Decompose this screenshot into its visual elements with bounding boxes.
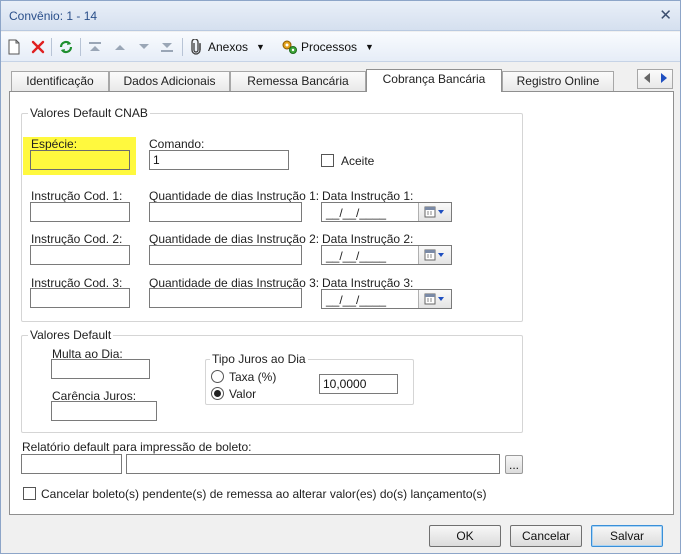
chevron-down-icon: ▼ <box>256 42 265 52</box>
valor-radio[interactable] <box>211 387 224 400</box>
aceite-label: Aceite <box>341 154 375 168</box>
data-instrucao-3-label: Data Instrução 3: <box>322 276 414 290</box>
data-instrucao-1-label: Data Instrução 1: <box>322 189 414 203</box>
data-instrucao-3-picker[interactable]: __/__/____ <box>321 289 452 309</box>
tab-scroller <box>637 69 673 89</box>
calendar-dropdown-button[interactable] <box>418 290 451 308</box>
instrucao-1-label: Instrução Cod. 1: <box>31 189 123 203</box>
toolbar-separator <box>80 38 81 56</box>
group-title: Valores Default CNAB <box>28 106 150 120</box>
cobranca-bancaria-panel: Valores Default CNAB Espécie: Comando: A… <box>9 91 674 515</box>
multa-input[interactable] <box>51 359 150 379</box>
qtd-dias-2-input[interactable] <box>149 245 302 265</box>
toolbar: Anexos ▼ Processos ▼ <box>1 32 680 62</box>
instrucao-2-label: Instrução Cod. 2: <box>31 232 123 246</box>
calendar-icon <box>424 293 444 305</box>
comando-label: Comando: <box>149 137 205 151</box>
taxa-label: Taxa (%) <box>229 370 277 384</box>
taxa-radio[interactable] <box>211 370 224 383</box>
relatorio-label: Relatório default para impressão de bole… <box>22 440 252 454</box>
instrucao-3-input[interactable] <box>30 288 130 308</box>
dialog-window: Convênio: 1 - 14 ✕ Anexos ▼ Processos ▼ … <box>0 0 681 554</box>
tab-registro-online[interactable]: Registro Online <box>502 71 614 91</box>
group-title: Valores Default <box>28 328 114 342</box>
refresh-icon[interactable] <box>58 38 74 56</box>
comando-input[interactable] <box>149 150 289 170</box>
tab-dados-adicionais[interactable]: Dados Adicionais <box>109 71 230 91</box>
tab-identificacao[interactable]: Identificação <box>11 71 109 91</box>
browse-report-button[interactable]: ... <box>505 455 523 474</box>
previous-record-icon[interactable] <box>113 38 127 56</box>
tab-cobranca-bancaria[interactable]: Cobrança Bancária <box>366 69 502 92</box>
calendar-dropdown-button[interactable] <box>418 203 451 221</box>
chevron-down-icon: ▼ <box>365 42 374 52</box>
instrucao-1-input[interactable] <box>30 202 130 222</box>
data-instrucao-2-label: Data Instrução 2: <box>322 232 414 246</box>
qtd-dias-1-input[interactable] <box>149 202 302 222</box>
valor-label: Valor <box>229 387 257 401</box>
data-instrucao-1-picker[interactable]: __/__/____ <box>321 202 452 222</box>
date-mask: __/__/____ <box>326 249 387 263</box>
aceite-checkbox[interactable] <box>321 154 334 167</box>
chevron-right-icon[interactable] <box>660 72 668 86</box>
new-document-icon[interactable] <box>7 38 21 56</box>
attachments-menu[interactable]: Anexos ▼ <box>189 38 265 56</box>
window-title: Convênio: 1 - 14 <box>9 9 98 23</box>
juros-valor-input[interactable] <box>319 374 398 394</box>
qtd-dias-2-label: Quantidade de dias Instrução 2: <box>149 232 320 246</box>
calendar-icon <box>424 206 444 218</box>
calendar-dropdown-button[interactable] <box>418 246 451 264</box>
save-button[interactable]: Salvar <box>591 525 663 547</box>
data-instrucao-2-picker[interactable]: __/__/____ <box>321 245 452 265</box>
processes-label: Processos <box>301 40 358 54</box>
especie-label: Espécie: <box>31 137 78 151</box>
cancelar-boletos-label: Cancelar boleto(s) pendente(s) de remess… <box>41 487 487 501</box>
toolbar-separator <box>51 38 52 56</box>
chevron-left-icon[interactable] <box>643 72 651 86</box>
processes-menu[interactable]: Processos ▼ <box>281 38 374 56</box>
group-title: Tipo Juros ao Dia <box>210 352 308 366</box>
ok-button[interactable]: OK <box>429 525 501 547</box>
last-record-icon[interactable] <box>160 38 174 56</box>
first-record-icon[interactable] <box>88 38 102 56</box>
relatorio-name-input[interactable] <box>126 454 500 474</box>
date-mask: __/__/____ <box>326 206 387 220</box>
toolbar-separator <box>182 38 183 56</box>
title-bar: Convênio: 1 - 14 ✕ <box>1 1 680 31</box>
paperclip-icon <box>191 39 201 55</box>
qtd-dias-1-label: Quantidade de dias Instrução 1: <box>149 189 320 203</box>
delete-icon[interactable] <box>30 38 46 56</box>
cancelar-boletos-checkbox[interactable] <box>23 487 36 500</box>
date-mask: __/__/____ <box>326 293 387 307</box>
close-icon[interactable]: ✕ <box>659 6 672 24</box>
especie-input[interactable] <box>30 150 130 170</box>
instrucao-2-input[interactable] <box>30 245 130 265</box>
attachments-label: Anexos <box>208 40 249 54</box>
tab-remessa-bancaria[interactable]: Remessa Bancária <box>230 71 366 91</box>
carencia-input[interactable] <box>51 401 157 421</box>
qtd-dias-3-input[interactable] <box>149 288 302 308</box>
relatorio-code-input[interactable] <box>21 454 122 474</box>
cancel-button[interactable]: Cancelar <box>510 525 582 547</box>
next-record-icon[interactable] <box>137 38 151 56</box>
tab-strip: Identificação Dados Adicionais Remessa B… <box>9 69 674 92</box>
calendar-icon <box>424 249 444 261</box>
gears-icon <box>282 40 297 54</box>
